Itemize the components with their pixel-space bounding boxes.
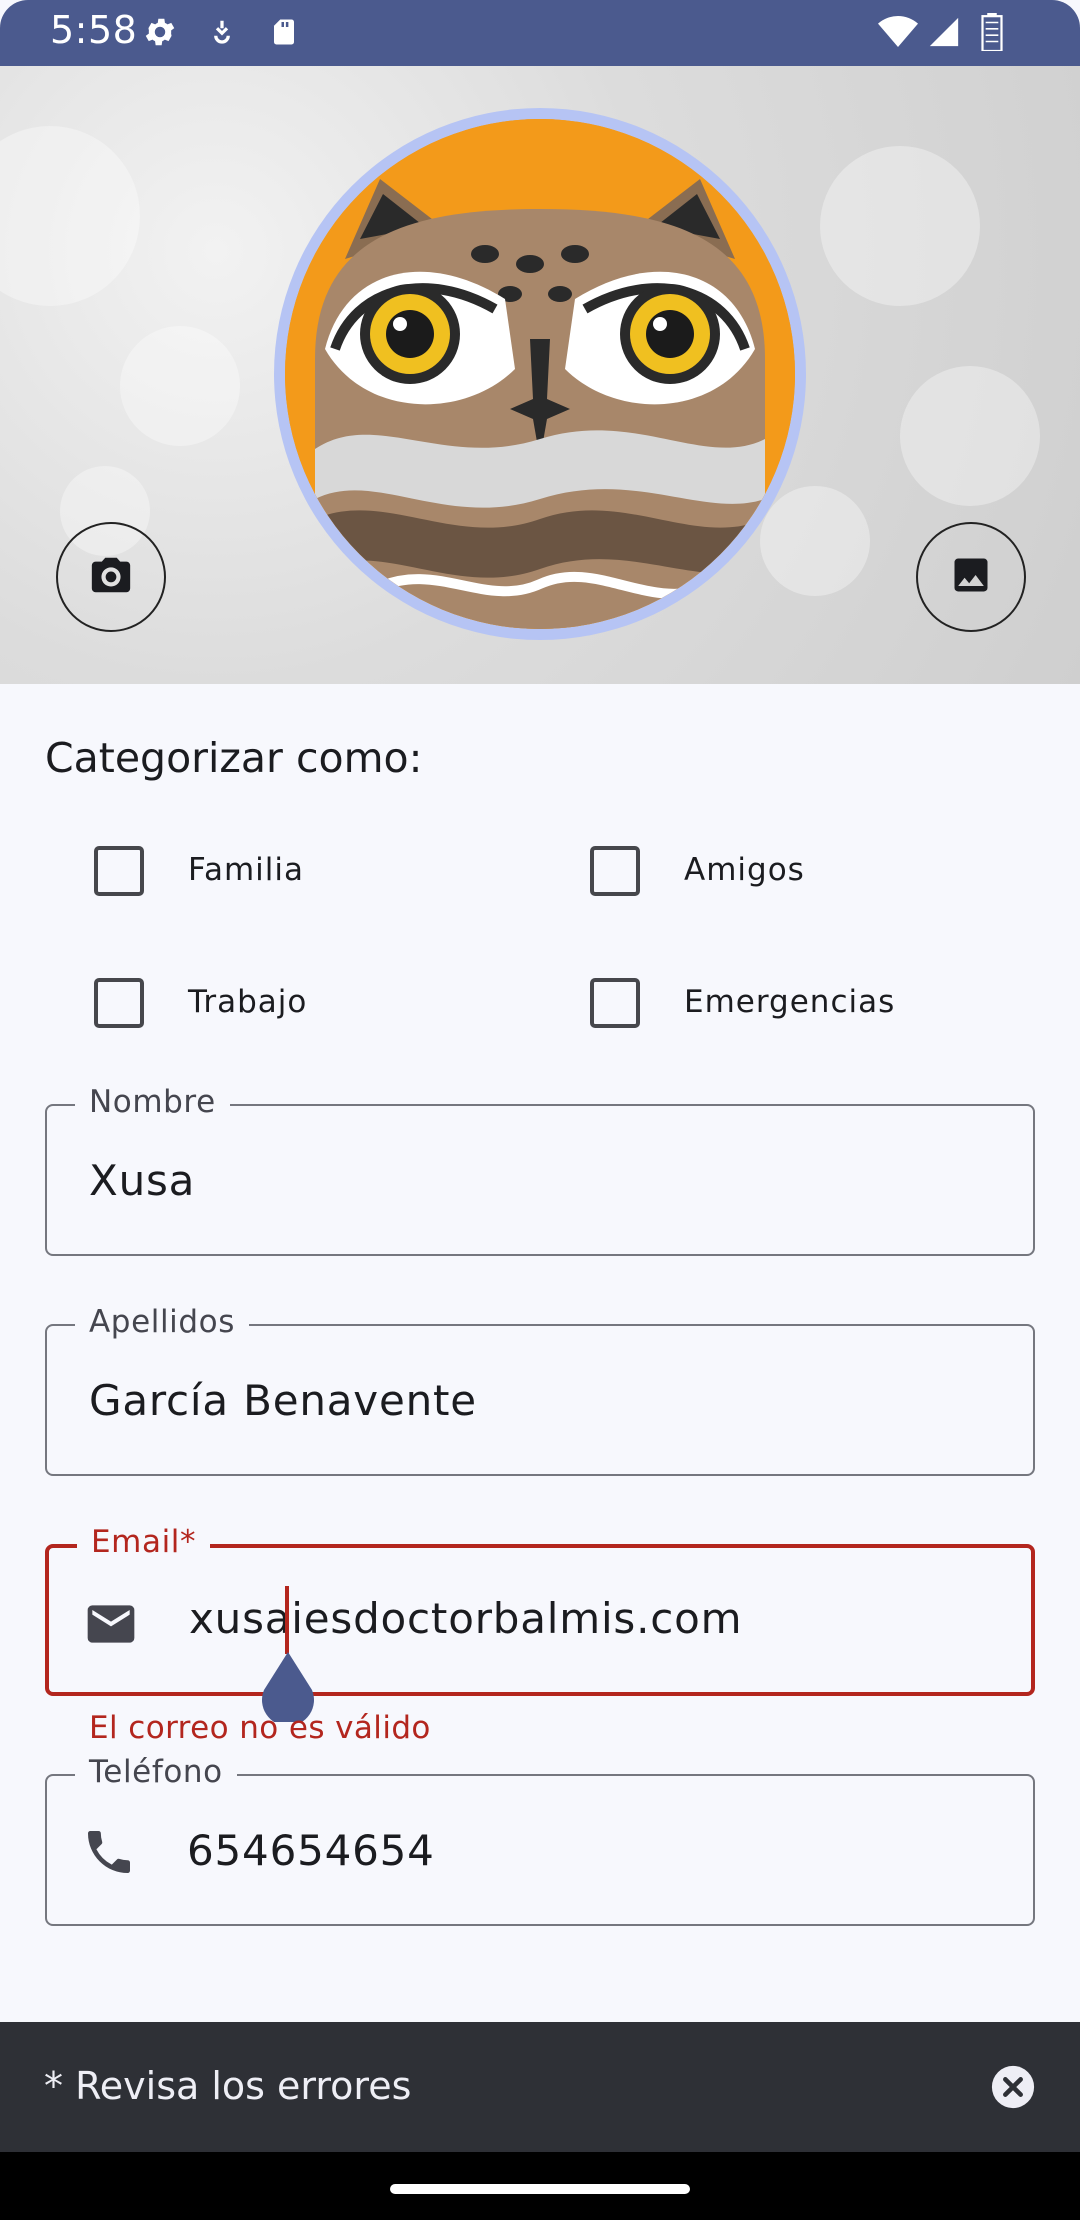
checkbox-amigos[interactable] bbox=[590, 846, 640, 896]
home-gesture-handle[interactable] bbox=[390, 2184, 690, 2194]
close-circle-icon[interactable] bbox=[990, 2064, 1036, 2110]
email-icon bbox=[83, 1596, 139, 1652]
snackbar-message: * Revisa los errores bbox=[44, 2064, 412, 2108]
checkbox-trabajo[interactable] bbox=[94, 978, 144, 1028]
apellidos-field[interactable]: Apellidos García Benavente bbox=[45, 1304, 1035, 1476]
owl-avatar-image bbox=[285, 119, 795, 629]
usb-debug-icon bbox=[202, 12, 242, 52]
checkbox-label-familia: Familia bbox=[188, 852, 305, 888]
wifi-icon bbox=[878, 12, 918, 52]
email-error-message: El correo no es válido bbox=[89, 1710, 431, 1746]
camera-button[interactable] bbox=[56, 522, 166, 632]
battery-icon bbox=[972, 12, 1012, 52]
gallery-button[interactable] bbox=[916, 522, 1026, 632]
contact-avatar[interactable] bbox=[274, 108, 806, 640]
telefono-label: Teléfono bbox=[75, 1754, 237, 1790]
checkbox-familia[interactable] bbox=[94, 846, 144, 896]
email-label: Email* bbox=[77, 1524, 211, 1560]
checkbox-label-trabajo: Trabajo bbox=[188, 984, 308, 1020]
image-icon bbox=[949, 553, 993, 601]
phone-icon bbox=[81, 1824, 137, 1880]
telefono-value: 654654654 bbox=[187, 1826, 435, 1875]
error-snackbar: * Revisa los errores bbox=[0, 2022, 1080, 2152]
sd-card-icon bbox=[264, 12, 304, 52]
camera-icon bbox=[88, 552, 134, 602]
email-field[interactable]: Email* xusaiesdoctorbalmis.com bbox=[45, 1524, 1035, 1696]
checkbox-label-emergencias: Emergencias bbox=[684, 984, 896, 1020]
status-bar: 5:58 bbox=[0, 0, 1080, 66]
apellidos-value: García Benavente bbox=[89, 1376, 477, 1425]
text-cursor bbox=[285, 1586, 289, 1654]
nombre-field[interactable]: Nombre Xusa bbox=[45, 1084, 1035, 1256]
nombre-value: Xusa bbox=[89, 1156, 196, 1205]
profile-header bbox=[0, 66, 1080, 684]
signal-icon bbox=[924, 12, 964, 52]
telefono-field[interactable]: Teléfono 654654654 bbox=[45, 1754, 1035, 1926]
status-time: 5:58 bbox=[50, 8, 138, 52]
apellidos-label: Apellidos bbox=[75, 1304, 249, 1340]
categories-title: Categorizar como: bbox=[45, 734, 423, 782]
nombre-label: Nombre bbox=[75, 1084, 230, 1120]
checkbox-label-amigos: Amigos bbox=[684, 852, 805, 888]
settings-icon bbox=[140, 12, 180, 52]
checkbox-emergencias[interactable] bbox=[590, 978, 640, 1028]
email-value: xusaiesdoctorbalmis.com bbox=[189, 1594, 743, 1643]
